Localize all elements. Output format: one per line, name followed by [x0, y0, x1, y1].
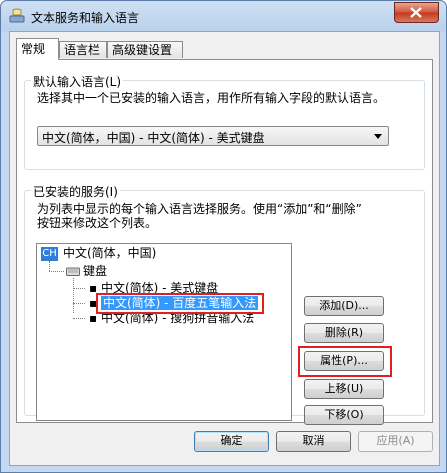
tree-connector	[49, 261, 50, 271]
tree-connector	[49, 271, 64, 272]
move-down-button[interactable]: 下移(O)	[304, 405, 384, 425]
window-title: 文本服务和输入语言	[31, 11, 140, 25]
remove-button[interactable]: 删除(R)	[304, 323, 384, 343]
default-language-select[interactable]: 中文(简体，中国) - 中文(简体) - 美式键盘	[37, 126, 389, 146]
title-bar[interactable]: 文本服务和输入语言	[1, 1, 446, 31]
default-input-description: 选择其中一个已安装的输入语言，用作所有输入字段的默认语言。	[37, 91, 386, 105]
language-badge: CH	[41, 247, 58, 261]
tree-node-language[interactable]: 中文(简体，中国)	[63, 245, 156, 261]
dialog-window: 文本服务和输入语言 常规 语言栏 高级键设置 默认输入语言(L) 选择其中一个已…	[0, 0, 447, 473]
tree-connector	[73, 318, 85, 319]
close-icon	[410, 7, 422, 18]
default-language-value: 中文(简体，中国) - 中文(简体) - 美式键盘	[42, 131, 265, 145]
installed-description-line2: 按钮来修改这个列表。	[37, 216, 158, 230]
move-up-button[interactable]: 上移(U)	[304, 379, 384, 399]
highlight-box-selected-item	[96, 293, 264, 314]
cancel-button[interactable]: 取消	[276, 431, 351, 452]
tab-general[interactable]: 常规	[16, 38, 59, 60]
tree-node-keyboard[interactable]: 键盘	[83, 263, 107, 279]
highlight-box-properties	[298, 346, 392, 377]
close-button[interactable]	[394, 2, 439, 23]
tree-connector	[73, 278, 74, 313]
text-services-icon	[9, 8, 25, 23]
tab-language-bar[interactable]: 语言栏	[59, 41, 107, 58]
add-button[interactable]: 添加(D)...	[304, 296, 384, 316]
apply-button[interactable]: 应用(A)	[358, 431, 433, 452]
tree-connector	[73, 303, 85, 304]
tab-advanced-key-settings[interactable]: 高级键设置	[107, 41, 183, 58]
default-input-group-title: 默认输入语言(L)	[31, 73, 124, 90]
services-tree[interactable]: CH 中文(简体，中国) 键盘 ▪ 中文(简体) - 美式键盘 ▪ 中文(简体)…	[36, 243, 292, 421]
ok-button[interactable]: 确定	[194, 431, 269, 452]
installed-services-group-title: 已安装的服务(I)	[31, 183, 120, 200]
keyboard-icon	[66, 267, 80, 276]
installed-description-line1: 为列表中显示的每个输入语言选择服务。使用“添加”和“删除”	[37, 202, 362, 216]
dialog-client-area: 常规 语言栏 高级键设置 默认输入语言(L) 选择其中一个已安装的输入语言，用作…	[9, 31, 440, 466]
chevron-down-icon	[374, 134, 382, 139]
tree-connector	[73, 288, 85, 289]
tab-panel-general: 默认输入语言(L) 选择其中一个已安装的输入语言，用作所有输入字段的默认语言。 …	[16, 59, 433, 425]
